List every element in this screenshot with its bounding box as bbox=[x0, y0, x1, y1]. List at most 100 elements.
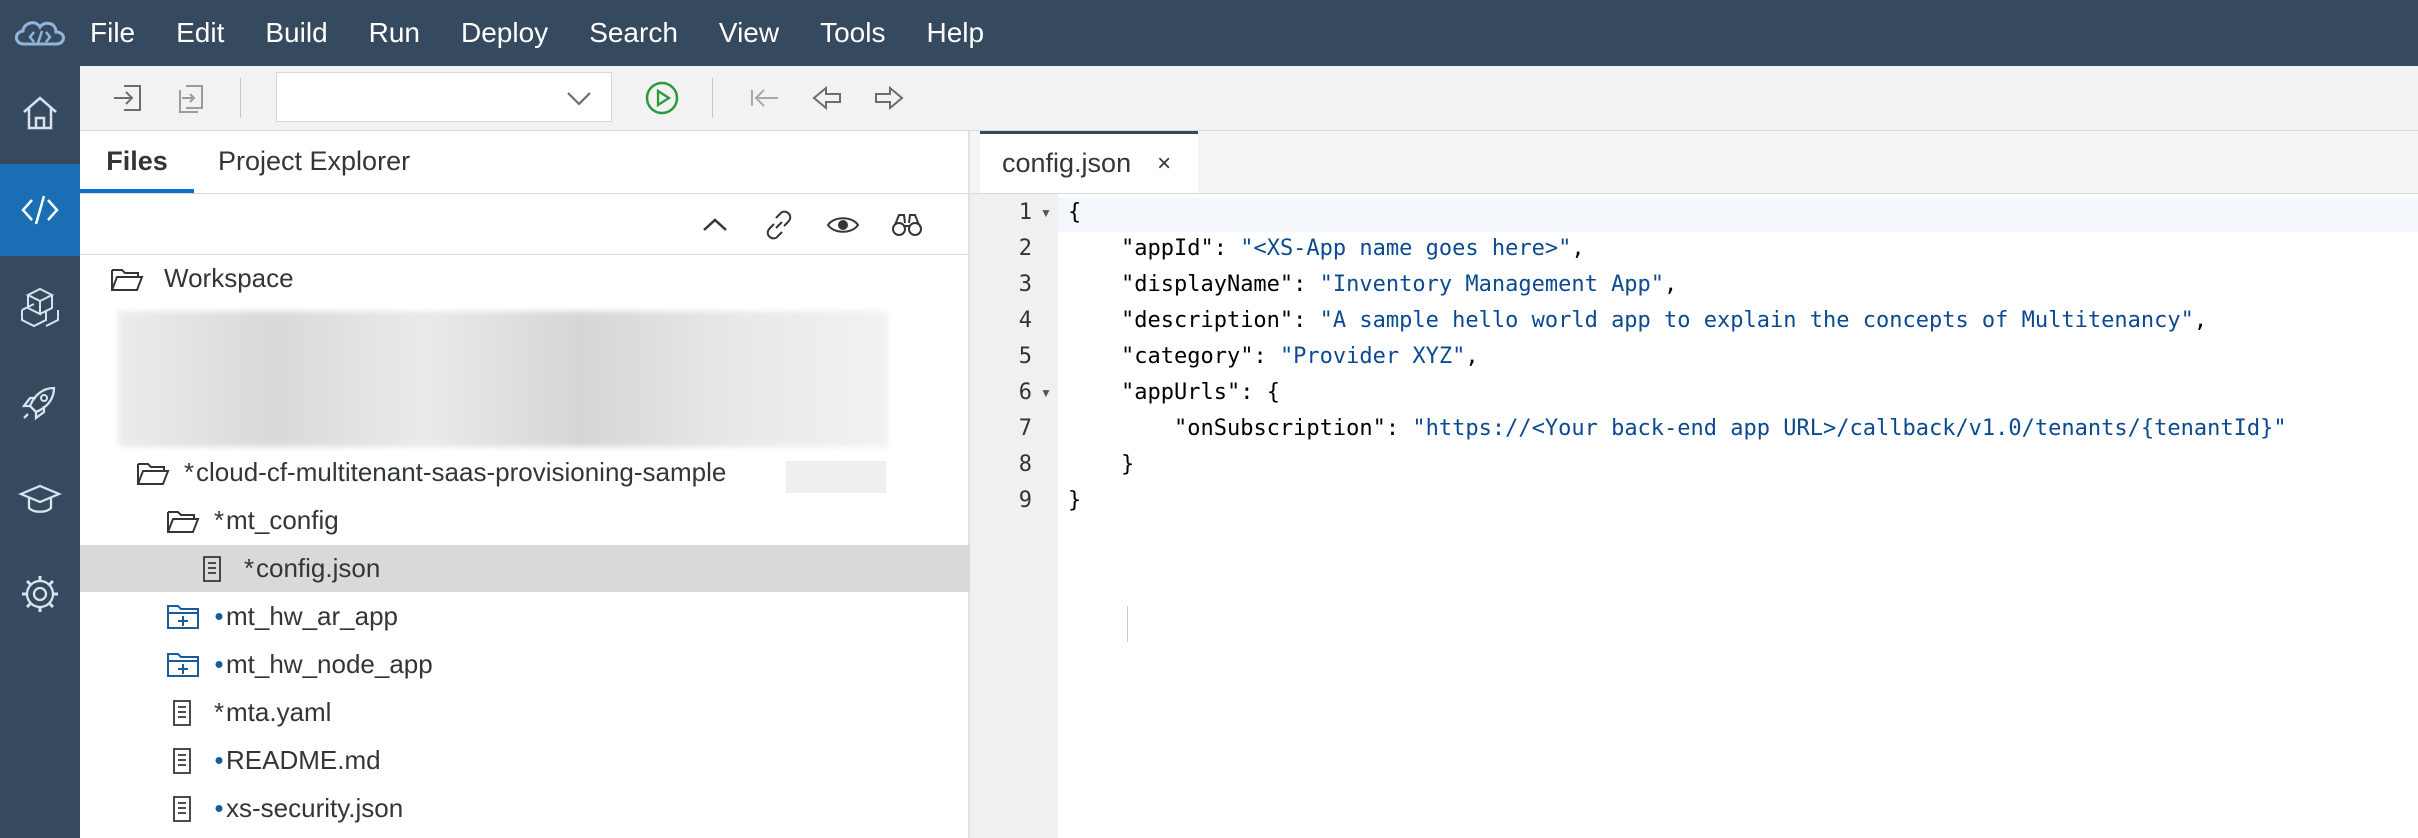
menu-edit[interactable]: Edit bbox=[176, 0, 224, 66]
tree-item-config-json[interactable]: * config.json bbox=[80, 545, 1084, 592]
back-arrow-icon[interactable] bbox=[808, 80, 844, 116]
menu-search[interactable]: Search bbox=[589, 0, 678, 66]
side-navigation bbox=[0, 66, 80, 838]
home-button[interactable] bbox=[0, 66, 80, 158]
json-string: "Inventory Management App" bbox=[1319, 272, 1665, 297]
status-dot: • bbox=[214, 649, 224, 679]
menu-help[interactable]: Help bbox=[926, 0, 984, 66]
run-icon[interactable] bbox=[644, 80, 680, 116]
line-number: 2 bbox=[1018, 236, 1032, 261]
menu-view[interactable]: View bbox=[719, 0, 779, 66]
code-icon bbox=[21, 195, 59, 225]
tree-item-label: Workspace bbox=[164, 263, 294, 293]
line-number: 7 bbox=[1018, 416, 1032, 441]
tab-project-explorer[interactable]: Project Explorer bbox=[218, 131, 410, 193]
gear-icon bbox=[22, 576, 58, 612]
tree-item-label: README.md bbox=[226, 745, 381, 775]
tree-item-mt-hw-ar-app[interactable]: • mt_hw_ar_app bbox=[80, 593, 1054, 640]
line-number: 3 bbox=[1018, 272, 1032, 297]
status-dot: • bbox=[214, 793, 224, 823]
menu-tools[interactable]: Tools bbox=[820, 0, 885, 66]
menu-build[interactable]: Build bbox=[265, 0, 327, 66]
tab-files[interactable]: Files bbox=[80, 131, 194, 193]
json-key: "appUrls" bbox=[1120, 380, 1241, 405]
file-icon bbox=[203, 555, 221, 582]
line-number: 4 bbox=[1018, 308, 1032, 333]
redacted-region bbox=[118, 311, 888, 447]
code-line: "appUrls": { bbox=[1120, 380, 1280, 405]
main-menu: File Edit Build Run Deploy Search View T… bbox=[90, 0, 1025, 66]
rocket-icon bbox=[21, 386, 56, 421]
modified-marker: * bbox=[213, 697, 225, 727]
tree-item-label: cloud-cf-multitenant-saas-provisioning-s… bbox=[196, 457, 727, 487]
modified-marker: * bbox=[213, 505, 225, 535]
export-icon[interactable] bbox=[174, 80, 210, 116]
binoculars-icon[interactable] bbox=[890, 208, 924, 242]
code-line: "displayName": "Inventory Management App… bbox=[1120, 272, 1678, 297]
tree-item-label: mta.yaml bbox=[226, 697, 332, 727]
code-line: "description": "A sample hello world app… bbox=[1120, 308, 2208, 333]
line-number: 8 bbox=[1018, 452, 1032, 477]
tree-item-readme[interactable]: • README.md bbox=[80, 737, 1054, 784]
menu-deploy[interactable]: Deploy bbox=[461, 0, 548, 66]
forward-arrow-icon[interactable] bbox=[872, 80, 908, 116]
code-line: { bbox=[1068, 200, 1082, 225]
pane-tabs: Files Project Explorer bbox=[80, 131, 968, 194]
code-editor[interactable]: 1 2 3 4 5 6 7 8 9 ▼ ▼ { "appId": "<XS-Ap… bbox=[970, 194, 2418, 838]
link-icon[interactable] bbox=[762, 208, 796, 242]
run-configuration-select[interactable] bbox=[276, 72, 612, 122]
code-line: } bbox=[1068, 452, 1135, 477]
module-folder-icon bbox=[167, 604, 199, 629]
json-string: "Provider XYZ" bbox=[1279, 344, 1466, 369]
tree-item-mt-config[interactable]: * mt_config bbox=[80, 497, 1054, 544]
indent-guide bbox=[1127, 606, 1128, 642]
development-button[interactable] bbox=[0, 164, 80, 256]
learning-button[interactable] bbox=[0, 452, 80, 544]
toolbar-separator bbox=[712, 78, 713, 118]
code-line: "appId": "<XS-App name goes here>", bbox=[1120, 236, 1585, 261]
json-key: "description" bbox=[1120, 308, 1294, 333]
tree-item-label: mt_config bbox=[226, 505, 339, 535]
go-to-last-edit-icon[interactable] bbox=[746, 80, 782, 116]
folder-open-icon bbox=[137, 462, 170, 485]
json-string: "https://<Your back-end app URL>/callbac… bbox=[1412, 416, 2287, 441]
status-dot: • bbox=[214, 745, 224, 775]
import-icon[interactable] bbox=[110, 80, 146, 116]
line-number: 9 bbox=[1018, 488, 1032, 513]
file-icon bbox=[173, 747, 191, 774]
editor-tab-config-json[interactable]: config.json × bbox=[980, 131, 1198, 193]
editor-tab-bar: config.json × bbox=[970, 131, 2418, 194]
fold-arrow-icon[interactable]: ▼ bbox=[1040, 386, 1052, 400]
status-dot: • bbox=[214, 601, 224, 631]
line-number: 5 bbox=[1018, 344, 1032, 369]
toolbar bbox=[80, 66, 2418, 131]
json-string: "<XS-App name goes here>" bbox=[1240, 236, 1572, 261]
packages-button[interactable] bbox=[0, 260, 80, 352]
code-line: "category": "Provider XYZ", bbox=[1120, 344, 1479, 369]
tree-item-workspace[interactable]: Workspace bbox=[80, 255, 998, 302]
json-key: "category" bbox=[1120, 344, 1254, 369]
tree-item-mta-yaml[interactable]: * mta.yaml bbox=[80, 689, 1054, 736]
menu-file[interactable]: File bbox=[90, 0, 135, 66]
tree-item-mt-hw-node-app[interactable]: • mt_hw_node_app bbox=[80, 641, 1054, 688]
tree-item-xs-security[interactable]: • xs-security.json bbox=[80, 785, 1054, 832]
fold-arrow-icon[interactable]: ▼ bbox=[1040, 206, 1052, 220]
line-number: 6 bbox=[1018, 380, 1032, 405]
tree-item-label: mt_hw_node_app bbox=[226, 649, 433, 679]
settings-button[interactable] bbox=[0, 548, 80, 640]
json-key: "displayName" bbox=[1120, 272, 1294, 297]
tree-item-label: config.json bbox=[256, 553, 381, 583]
workspace-pane: Files Project Explorer Workspace * cloud… bbox=[80, 131, 1084, 838]
json-string: "A sample hello world app to explain the… bbox=[1319, 308, 2194, 333]
menu-bar: File Edit Build Run Deploy Search View T… bbox=[0, 0, 2418, 66]
deploy-button[interactable] bbox=[0, 356, 80, 448]
eye-icon[interactable] bbox=[826, 208, 860, 242]
tree-item-label: mt_hw_ar_app bbox=[226, 601, 398, 631]
menu-run[interactable]: Run bbox=[369, 0, 420, 66]
collapse-all-icon[interactable] bbox=[698, 208, 732, 242]
module-folder-icon bbox=[167, 652, 199, 677]
code-line: } bbox=[1068, 488, 1082, 513]
close-tab-icon[interactable]: × bbox=[1157, 150, 1171, 178]
line-number: 1 bbox=[1018, 200, 1032, 225]
cloud-code-logo-icon[interactable] bbox=[10, 12, 70, 54]
